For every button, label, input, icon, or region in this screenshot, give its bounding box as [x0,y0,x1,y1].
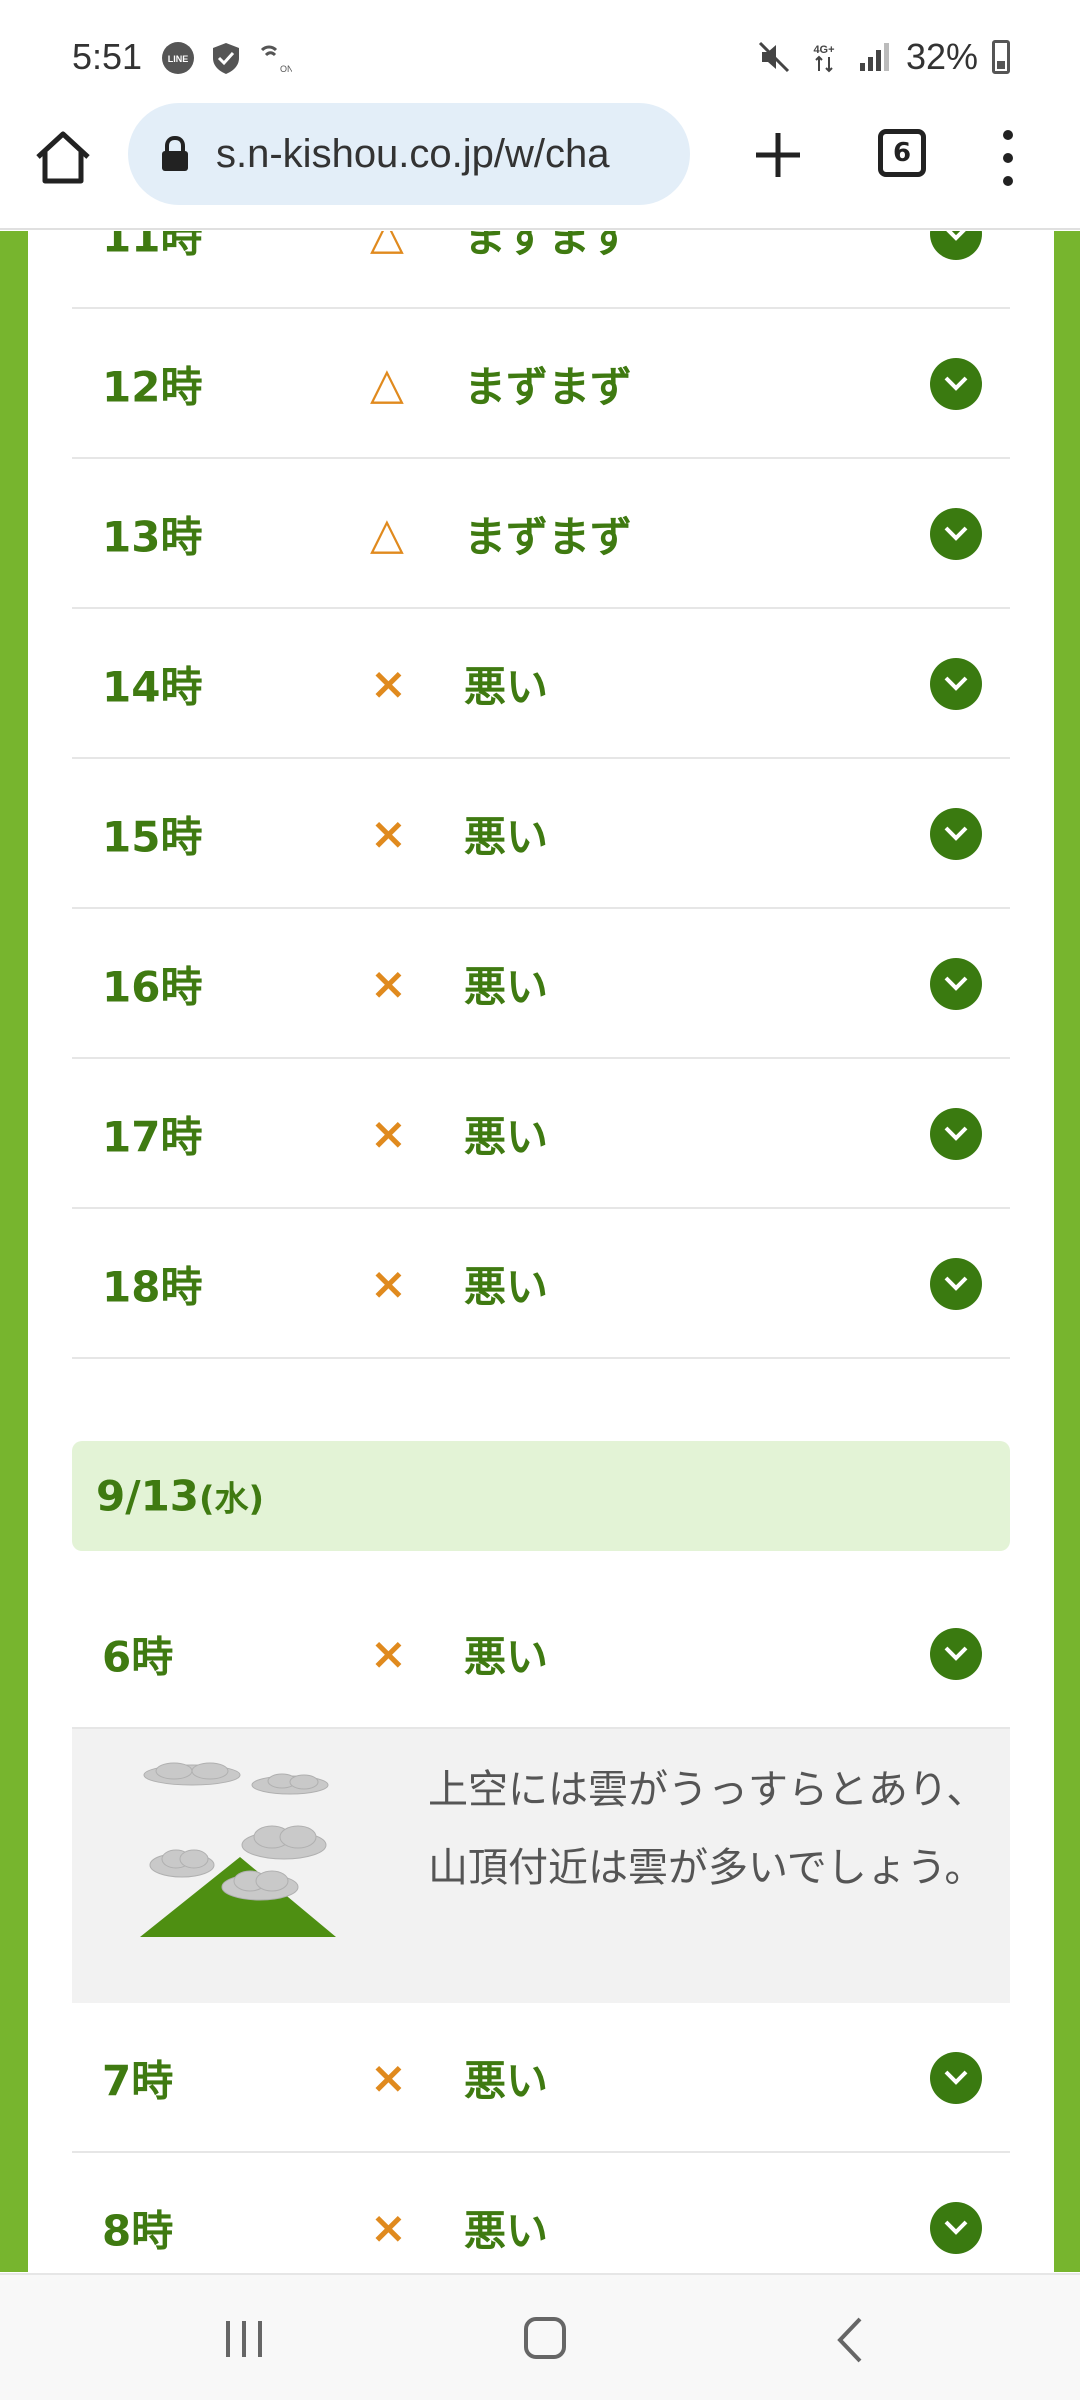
row-hour: 15時 [102,812,203,862]
rating-symbol: × [370,2052,407,2104]
row-status: 悪い [464,2206,549,2256]
home-icon[interactable] [30,125,96,191]
chevron-down-icon[interactable] [930,508,982,560]
forecast-row[interactable]: 15時 × 悪い [72,761,1010,909]
forecast-row-expanded[interactable]: 6時 × 悪い [72,1581,1010,1729]
row-status: まずまず [464,512,633,562]
chevron-down-icon[interactable] [930,231,982,260]
svg-text:LINE: LINE [168,54,189,64]
row-status: まずまず [464,231,633,262]
chevron-down-icon[interactable] [930,2202,982,2254]
row-status: 悪い [464,1632,549,1682]
row-hour: 8時 [102,2206,174,2256]
chevron-down-icon[interactable] [930,1628,982,1680]
row-status: 悪い [464,812,549,862]
row-status: 悪い [464,1112,549,1162]
back-icon[interactable] [830,2315,870,2365]
date-value: 9/13 [96,1471,200,1521]
tab-count-button[interactable]: 6 [878,129,926,177]
date-header: 9/13(水) [72,1441,1010,1551]
home-button-icon[interactable] [524,2317,566,2359]
forecast-row[interactable]: 12時 △ まずまず [72,311,1010,459]
line-icon: LINE [162,42,194,74]
status-system-icons: 4G+ 32% [756,36,1010,78]
recent-apps-icon[interactable] [222,2319,266,2359]
forecast-row[interactable]: 17時 × 悪い [72,1061,1010,1209]
battery-percent: 32% [905,36,978,77]
rating-symbol: × [370,808,407,860]
forecast-row[interactable]: 18時 × 悪い [72,1211,1010,1359]
signal-icon [859,43,889,71]
forecast-description: 上空には雲がうっすらとあり、山頂付近は雲が多いでしょう。 [428,1767,987,1891]
forecast-row[interactable]: 14時 × 悪い [72,611,1010,759]
shield-check-icon [213,43,239,74]
row-hour: 11時 [102,231,203,262]
rating-symbol: × [370,1258,407,1310]
weekday-label: (水) [199,1479,265,1520]
chevron-down-icon[interactable] [930,2052,982,2104]
rating-symbol: △ [370,231,404,260]
forecast-detail-panel: 上空には雲がうっすらとあり、山頂付近は雲が多いでしょう。 [72,1729,1010,2003]
forecast-row[interactable]: 8時 × 悪い [72,2155,1010,2272]
rating-symbol: △ [370,358,404,410]
row-status: 悪い [464,662,549,712]
address-bar[interactable]: s.n-kishou.co.jp/w/cha [128,103,690,205]
url-text: s.n-kishou.co.jp/w/cha [216,131,610,176]
row-hour: 18時 [102,1262,203,1312]
4g-icon: 4G+ [813,44,834,73]
status-notification-icons: LINE ON [160,40,292,76]
rating-symbol: × [370,658,407,710]
wifi-calling-icon: ON [260,45,292,74]
forecast-row[interactable]: 16時 × 悪い [72,911,1010,1059]
rating-symbol: × [370,958,407,1010]
frame-border-left [0,231,28,2272]
row-hour: 13時 [102,512,203,562]
chevron-down-icon[interactable] [930,808,982,860]
row-hour: 7時 [102,2056,174,2106]
row-status: 悪い [464,962,549,1012]
browser-toolbar: s.n-kishou.co.jp/w/cha 6 [0,95,1080,230]
forecast-row[interactable]: 7時 × 悪い [72,2005,1010,2153]
system-nav-bar [0,2273,1080,2400]
cloudy-mountain-icon [140,1762,336,1937]
chevron-down-icon[interactable] [930,958,982,1010]
row-hour: 12時 [102,362,203,412]
lock-icon [162,136,188,171]
mute-icon [758,41,789,73]
page-content: 11時 △ まずまず 12時 △ まずまず 13時 △ まずまず 14時 × 悪… [0,231,1080,2272]
row-hour: 16時 [102,962,203,1012]
chevron-down-icon[interactable] [930,1258,982,1310]
rating-symbol: × [370,1108,407,1160]
rating-symbol: × [370,1628,407,1680]
row-hour: 6時 [102,1632,174,1682]
forecast-row[interactable]: 13時 △ まずまず [72,461,1010,609]
status-bar: 5:51 LINE ON 4G+ 32% [0,0,1080,95]
frame-border-right [1054,231,1080,2272]
row-hour: 14時 [102,662,203,712]
svg-text:4G+: 4G+ [813,44,834,56]
row-status: まずまず [464,362,633,412]
battery-icon [992,40,1010,74]
svg-text:ON: ON [280,64,292,74]
row-status: 悪い [464,1262,549,1312]
rating-symbol: △ [370,508,404,560]
chevron-down-icon[interactable] [930,358,982,410]
forecast-row[interactable]: 11時 △ まずまず [72,231,1010,309]
new-tab-icon[interactable] [748,125,808,185]
status-time: 5:51 [72,36,143,77]
rating-symbol: × [370,2202,407,2254]
row-hour: 17時 [102,1112,203,1162]
date-label: 9/13(水) [96,1472,264,1521]
chevron-down-icon[interactable] [930,658,982,710]
chevron-down-icon[interactable] [930,1108,982,1160]
row-status: 悪い [464,2056,549,2106]
more-menu-icon[interactable] [988,123,1028,193]
